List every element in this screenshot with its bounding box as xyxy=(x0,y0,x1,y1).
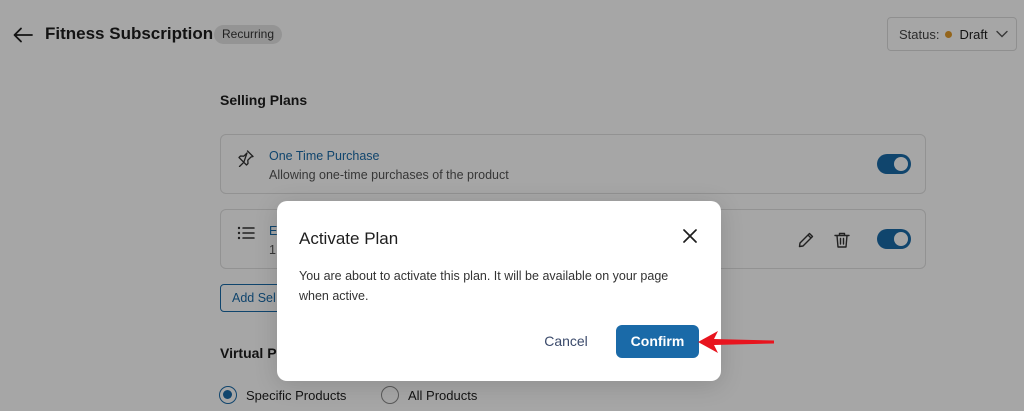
confirm-button[interactable]: Confirm xyxy=(616,325,699,358)
dialog-message: You are about to activate this plan. It … xyxy=(299,269,669,303)
close-button[interactable] xyxy=(679,225,701,247)
annotation-arrow-icon xyxy=(698,331,774,353)
cancel-button[interactable]: Cancel xyxy=(535,325,597,357)
activate-plan-dialog: Activate Plan You are about to activate … xyxy=(277,201,721,381)
dialog-title: Activate Plan xyxy=(299,229,399,248)
close-icon xyxy=(683,229,697,243)
